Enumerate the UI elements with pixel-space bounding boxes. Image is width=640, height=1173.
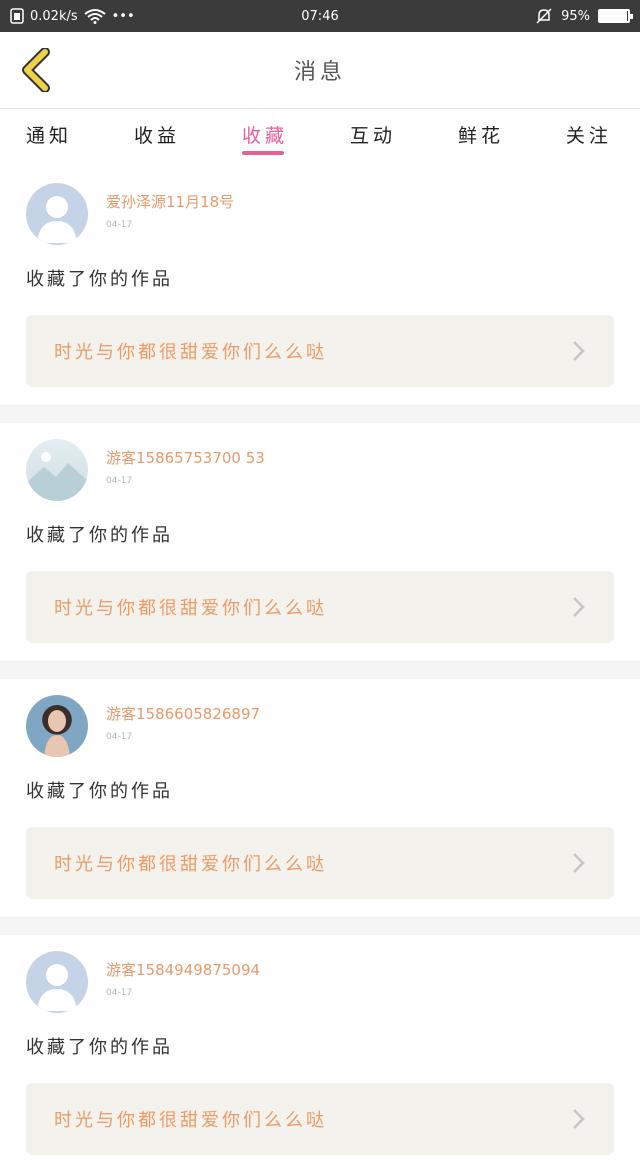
work-title: 时光与你都很甜爱你们么么哒 <box>54 854 327 875</box>
tab-label: 鲜花 <box>457 125 504 147</box>
more-notifications: ••• <box>111 8 135 24</box>
work-title: 时光与你都很甜爱你们么么哒 <box>54 342 327 363</box>
card-header: 游客1586605826897 04-17 <box>26 695 614 757</box>
tab-label: 通知 <box>26 125 73 147</box>
photo-avatar[interactable] <box>26 695 88 757</box>
message-card: 爱孙泽源11月18号 04-17 收藏了你的作品 时光与你都很甜爱你们么么哒 <box>0 167 640 405</box>
back-button[interactable] <box>14 48 58 92</box>
tab-notice[interactable]: 通知 <box>26 109 72 155</box>
status-bar: 0.02k/s ••• 07:46 95% <box>0 0 640 32</box>
action-text: 收藏了你的作品 <box>26 1037 173 1058</box>
message-list: 爱孙泽源11月18号 04-17 收藏了你的作品 时光与你都很甜爱你们么么哒 游… <box>0 167 640 1173</box>
message-date: 04-17 <box>106 732 133 742</box>
chevron-right-icon <box>572 1108 586 1130</box>
tab-interaction[interactable]: 互动 <box>350 109 396 155</box>
user-info: 游客15865753700 53 04-17 <box>106 447 265 486</box>
battery-icon <box>598 9 633 23</box>
card-header: 游客1584949875094 04-17 <box>26 951 614 1013</box>
tab-label: 收益 <box>133 125 180 147</box>
default-avatar-icon[interactable] <box>26 951 88 1013</box>
status-right: 95% <box>535 7 633 25</box>
message-date: 04-17 <box>106 476 133 486</box>
work-link[interactable]: 时光与你都很甜爱你们么么哒 <box>26 1083 614 1155</box>
user-info: 爱孙泽源11月18号 04-17 <box>106 191 234 230</box>
user-name[interactable]: 游客1584949875094 <box>106 959 260 980</box>
tab-label: 收藏 <box>241 125 288 147</box>
work-title: 时光与你都很甜爱你们么么哒 <box>54 598 327 619</box>
message-date: 04-17 <box>106 220 133 230</box>
chevron-left-icon <box>22 48 50 92</box>
network-speed: 0.02k/s <box>30 8 78 24</box>
tab-favorites[interactable]: 收藏 <box>241 109 288 155</box>
message-date: 04-17 <box>106 988 133 998</box>
app-header: 消息 <box>0 32 640 109</box>
user-name[interactable]: 游客1586605826897 <box>106 703 260 724</box>
chevron-right-icon <box>572 852 586 874</box>
battery-fill <box>600 11 627 21</box>
work-link[interactable]: 时光与你都很甜爱你们么么哒 <box>26 827 614 899</box>
battery-percent: 95% <box>561 8 590 24</box>
chevron-right-icon <box>572 340 586 362</box>
wifi-icon <box>84 8 106 24</box>
message-card: 游客1586605826897 04-17 收藏了你的作品 时光与你都很甜爱你们… <box>0 679 640 917</box>
tab-active-indicator <box>241 151 284 155</box>
status-left: 0.02k/s ••• <box>10 8 135 24</box>
tab-bar: 通知 收益 收藏 互动 鲜花 关注 <box>0 109 640 167</box>
tab-follow[interactable]: 关注 <box>566 109 612 155</box>
tab-flowers[interactable]: 鲜花 <box>458 109 504 155</box>
action-text: 收藏了你的作品 <box>26 269 173 290</box>
chevron-right-icon <box>572 596 586 618</box>
message-card: 游客1584949875094 04-17 收藏了你的作品 时光与你都很甜爱你们… <box>0 935 640 1173</box>
landscape-avatar-icon[interactable] <box>26 439 88 501</box>
user-info: 游客1584949875094 04-17 <box>106 959 260 998</box>
tab-label: 互动 <box>349 125 396 147</box>
work-link[interactable]: 时光与你都很甜爱你们么么哒 <box>26 571 614 643</box>
action-text: 收藏了你的作品 <box>26 781 173 802</box>
card-header: 游客15865753700 53 04-17 <box>26 439 614 501</box>
mute-bell-icon <box>535 7 553 25</box>
message-card: 游客15865753700 53 04-17 收藏了你的作品 时光与你都很甜爱你… <box>0 423 640 661</box>
work-title: 时光与你都很甜爱你们么么哒 <box>54 1110 327 1131</box>
sim-card-icon <box>10 8 24 24</box>
user-info: 游客1586605826897 04-17 <box>106 703 260 742</box>
tab-earnings[interactable]: 收益 <box>134 109 180 155</box>
tab-label: 关注 <box>565 125 612 147</box>
user-name[interactable]: 游客15865753700 53 <box>106 447 265 468</box>
user-name[interactable]: 爱孙泽源11月18号 <box>106 191 234 212</box>
action-text: 收藏了你的作品 <box>26 525 173 546</box>
card-header: 爱孙泽源11月18号 04-17 <box>26 183 614 245</box>
work-link[interactable]: 时光与你都很甜爱你们么么哒 <box>26 315 614 387</box>
default-avatar-icon[interactable] <box>26 183 88 245</box>
page-title: 消息 <box>293 60 346 85</box>
